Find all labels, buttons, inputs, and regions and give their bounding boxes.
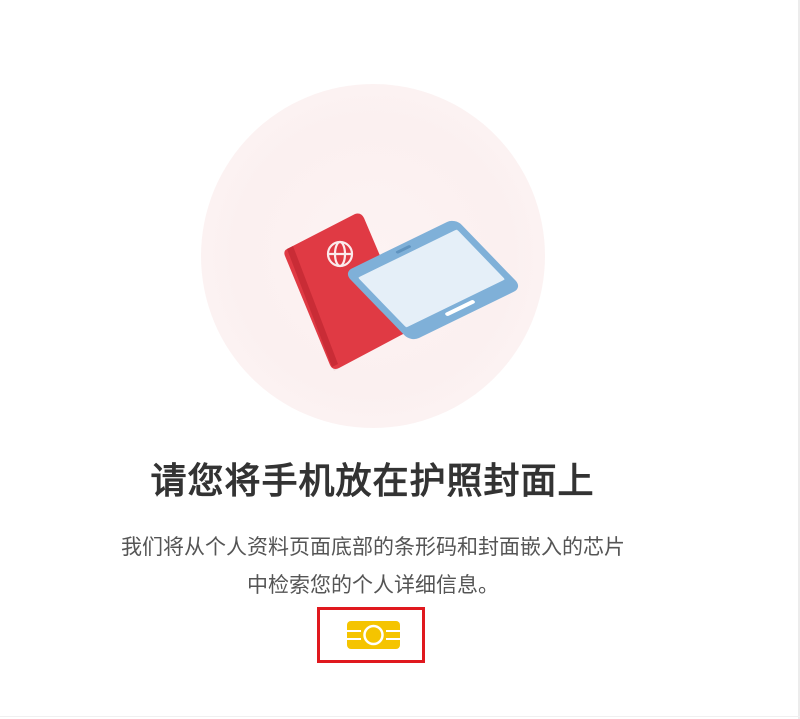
chip-icon	[347, 621, 400, 649]
instruction-title: 请您将手机放在护照封面上	[150, 461, 595, 502]
bottom-divider	[0, 716, 800, 717]
phone-on-passport-icon	[284, 213, 519, 371]
description-line-2: 中检索您的个人详细信息。	[247, 573, 499, 597]
nfc-instruction-screen: 请您将手机放在护照封面上 我们将从个人资料页面底部的条形码和封面嵌入的芯片 中检…	[0, 0, 800, 719]
instruction-description: 我们将从个人资料页面底部的条形码和封面嵌入的芯片 中检索您的个人详细信息。	[60, 528, 686, 604]
description-line-1: 我们将从个人资料页面底部的条形码和封面嵌入的芯片	[121, 535, 625, 559]
